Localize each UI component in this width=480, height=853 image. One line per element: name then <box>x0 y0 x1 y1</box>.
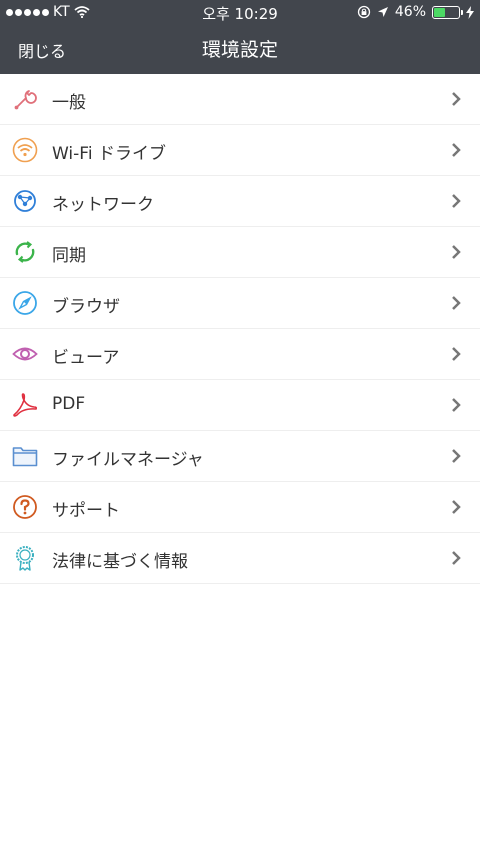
battery-percent: 46% <box>394 4 426 20</box>
chevron-right-icon <box>452 347 461 361</box>
rotation-lock-icon <box>357 5 371 19</box>
settings-item-label: 法律に基づく情報 <box>52 552 188 572</box>
chevron-right-icon <box>452 245 461 259</box>
settings-item-network[interactable]: ネットワーク <box>0 176 480 227</box>
app-header: KT 오후 10:29 46% 閉じる 環境設定 <box>0 0 480 74</box>
status-bar: KT 오후 10:29 46% <box>0 0 480 24</box>
page-title: 環境設定 <box>201 39 278 61</box>
settings-item-sync[interactable]: 同期 <box>0 227 480 278</box>
chevron-right-icon <box>452 92 461 106</box>
settings-item-browser[interactable]: ブラウザ <box>0 278 480 329</box>
pdf-icon <box>13 393 38 417</box>
settings-item-label: ファイルマネージャ <box>52 450 204 470</box>
help-icon <box>13 495 37 519</box>
eye-icon <box>12 347 38 361</box>
chevron-right-icon <box>452 500 461 514</box>
battery-fill <box>434 7 446 17</box>
status-right: 46% <box>357 4 474 20</box>
settings-item-support[interactable]: サポート <box>0 482 480 533</box>
wifi-icon <box>12 137 38 163</box>
chevron-right-icon <box>452 398 461 412</box>
settings-item-label: 同期 <box>52 246 86 266</box>
settings-item-label: サポート <box>52 501 120 521</box>
settings-item-label: 一般 <box>52 93 86 113</box>
navigation-bar: 閉じる 環境設定 <box>0 24 480 74</box>
settings-item-file-manager[interactable]: ファイルマネージャ <box>0 431 480 482</box>
wrench-icon <box>14 90 37 110</box>
settings-item-general[interactable]: 一般 <box>0 74 480 125</box>
compass-icon <box>13 291 37 315</box>
settings-item-pdf[interactable]: PDF <box>0 380 480 431</box>
sync-icon <box>15 241 35 263</box>
battery-icon <box>432 5 463 19</box>
settings-item-label: ネットワーク <box>52 195 154 215</box>
settings-item-wifi-drive[interactable]: Wi-Fi ドライブ <box>0 125 480 176</box>
settings-item-viewer[interactable]: ビューア <box>0 329 480 380</box>
settings-item-label: Wi-Fi ドライブ <box>52 144 166 164</box>
settings-list: 一般 Wi-Fi ドライブ ネットワーク 同期 ブラウザ ビューア PDF ファ… <box>0 74 480 584</box>
chevron-right-icon <box>452 449 461 463</box>
settings-item-label: ブラウザ <box>52 297 120 317</box>
network-icon <box>14 190 36 212</box>
charging-bolt-icon <box>466 5 474 19</box>
settings-item-legal[interactable]: 法律に基づく情報 <box>0 533 480 584</box>
location-arrow-icon <box>377 7 388 17</box>
badge-icon <box>16 546 34 571</box>
chevron-right-icon <box>452 551 461 565</box>
chevron-right-icon <box>452 143 461 157</box>
chevron-right-icon <box>452 296 461 310</box>
settings-item-label: ビューア <box>52 348 120 368</box>
chevron-right-icon <box>452 194 461 208</box>
settings-item-label: PDF <box>52 394 86 414</box>
folder-icon <box>12 447 38 467</box>
